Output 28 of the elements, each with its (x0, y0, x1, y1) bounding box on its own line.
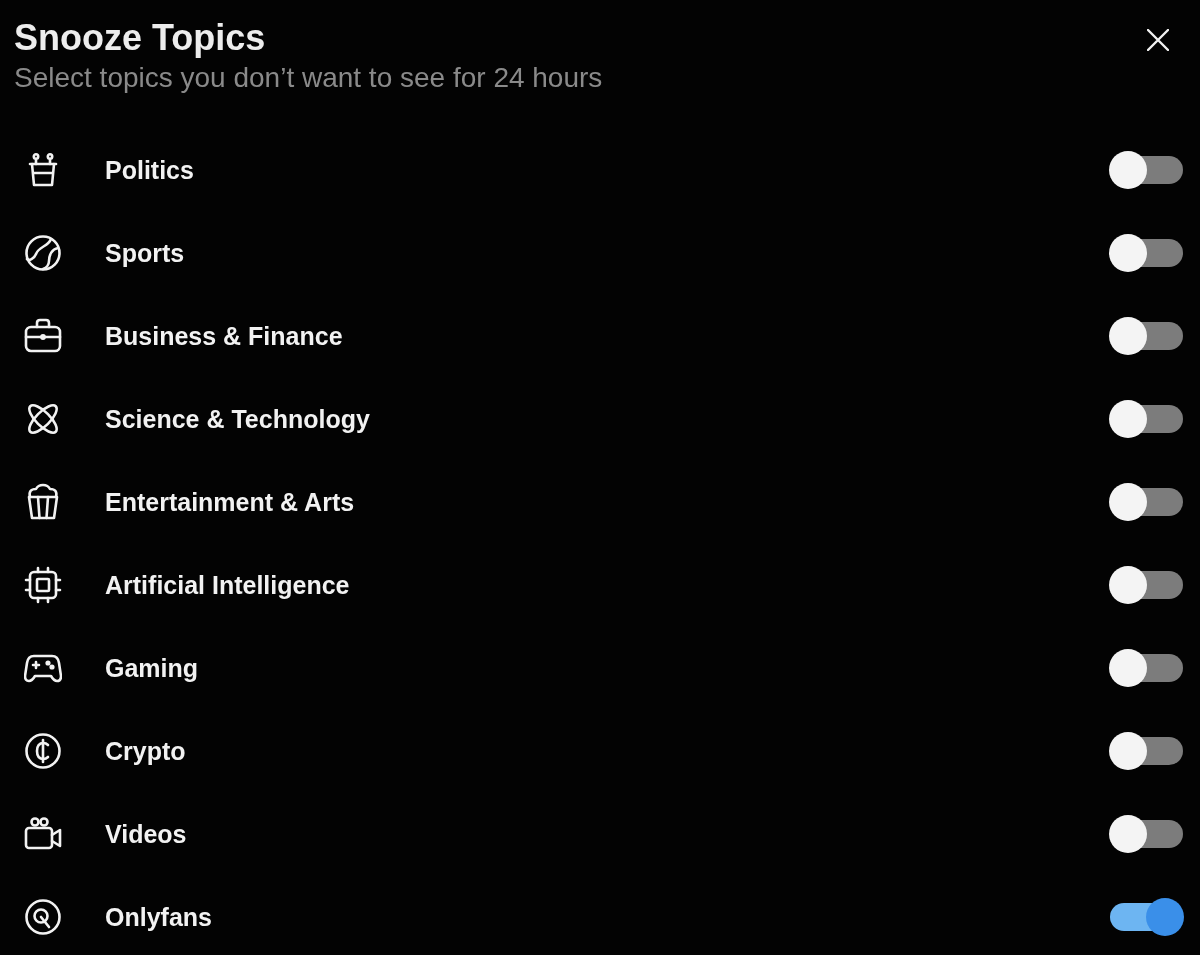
toggle-switch[interactable] (1109, 234, 1184, 272)
toggle-switch[interactable] (1109, 566, 1184, 604)
toggle-switch[interactable] (1109, 898, 1184, 936)
toggle-switch[interactable] (1109, 317, 1184, 355)
topic-label: Sports (105, 238, 185, 268)
topic-label: Onlyfans (105, 902, 212, 932)
toggle-switch[interactable] (1109, 400, 1184, 438)
toggle-switch[interactable] (1109, 649, 1184, 687)
topic-label: Crypto (105, 736, 186, 766)
toggle-switch[interactable] (1109, 483, 1184, 521)
topic-label: Science & Technology (105, 404, 370, 434)
dialog-title: Snooze Topics (14, 17, 267, 59)
chip-icon (24, 566, 62, 604)
briefcase-icon (24, 317, 62, 355)
topic-label: Entertainment & Arts (105, 487, 355, 517)
topic-label: Business & Finance (105, 321, 343, 351)
cent-coin-icon (24, 732, 62, 770)
ball-icon (24, 234, 62, 272)
close-icon (1147, 29, 1169, 51)
toggle-switch[interactable] (1109, 151, 1184, 189)
topic-label: Videos (105, 819, 187, 849)
dialog-subtitle: Select topics you don’t want to see for 24 hours (14, 61, 603, 95)
topic-label: Gaming (105, 653, 199, 683)
topic-label: Artificial Intelligence (105, 570, 350, 600)
toggle-switch[interactable] (1109, 815, 1184, 853)
topic-label: Politics (105, 155, 194, 185)
circle-logo-icon (24, 898, 62, 936)
toggle-switch[interactable] (1109, 732, 1184, 770)
